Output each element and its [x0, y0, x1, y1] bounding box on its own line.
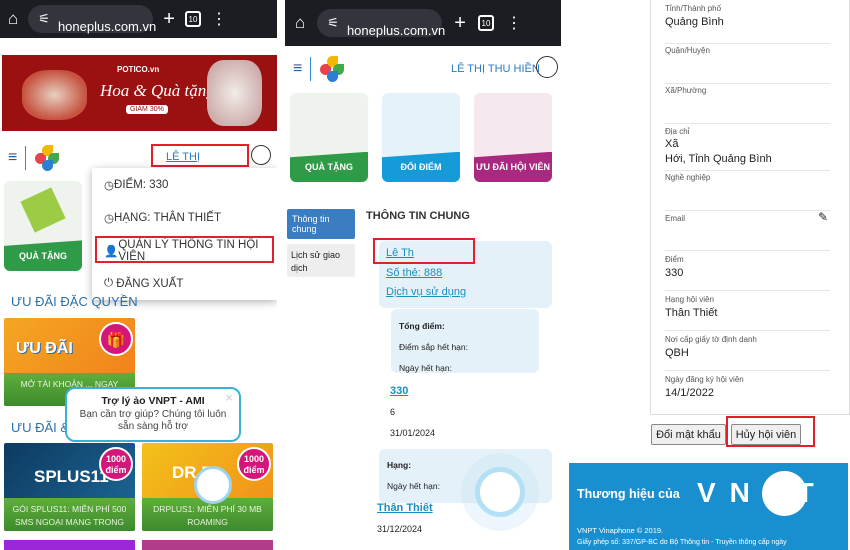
offer-card-splus11[interactable]: SPLUS11 1000 điểm GÓI SPLUS11: MIỄN PHÍ 5… [4, 443, 135, 531]
power-icon: ⏻ [104, 277, 117, 289]
more-menu-icon[interactable]: ⋮ [211, 9, 227, 29]
banner-promo: GIẢM 30% [126, 105, 168, 114]
chat-assistant-avatar[interactable] [194, 466, 232, 504]
tile-uu-dai-hoi-vien[interactable]: ƯU ĐÃI HỘI VIÊN [474, 93, 552, 182]
middle-screen: ⌂ ⚟ honeplus.com.vn + 10 ⋮ ≡ LÊ THỊ THU … [285, 0, 561, 550]
banner-brand: POTICO.vn [117, 65, 160, 74]
gift-badge-icon: 🎁 [99, 322, 133, 356]
tab-transaction-history[interactable]: Lịch sử giao dịch [287, 244, 355, 277]
model-image [207, 60, 262, 126]
section-title-exclusive: ƯU ĐÃI ĐẶC QUYỀN [11, 294, 138, 309]
points-expiry-date: 31/01/2024 [390, 428, 436, 438]
change-password-button[interactable]: Đổi mật khẩu [651, 424, 726, 445]
browser-bar: ⌂ ⚟ honeplus.com.vn + 10 ⋮ [0, 0, 277, 38]
rank-box: Hạng: Ngày hết hạn: [379, 449, 552, 503]
footer-assistant-avatar[interactable] [762, 471, 807, 516]
footer-copyright: VNPT Vinaphone © 2019. [577, 526, 664, 535]
points-badge: 1000 điểm [237, 447, 271, 481]
home-icon[interactable]: ⌂ [295, 13, 305, 33]
field-registration-date: Ngày đăng ký hội viên 14/1/2022 [665, 375, 744, 399]
search-icon[interactable] [251, 145, 271, 165]
field-address: Địa chỉ Xã Hới, Tỉnh Quảng Bình [665, 127, 830, 171]
url-bar[interactable]: ⚟ honeplus.com.vn [28, 5, 156, 34]
menu-item-points[interactable]: ◷ ĐIỂM: 330 [92, 168, 277, 201]
points-total-link[interactable]: 330 [390, 385, 408, 397]
footer-license: Giấy phép số: 337/GP-BC do Bộ Thông tin … [577, 539, 787, 546]
tile-doi-diem[interactable]: ĐỔI ĐIỂM [382, 93, 460, 182]
tab-count[interactable]: 10 [477, 15, 494, 31]
hamburger-menu-icon[interactable]: ≡ [8, 149, 17, 167]
field-occupation: Nghề nghiệp [665, 173, 830, 211]
offer-card-partial[interactable] [142, 540, 273, 550]
highlight-manage-member [95, 236, 274, 263]
browser-bar: ⌂ ⚟ honeplus.com.vn + 10 ⋮ [285, 0, 561, 46]
new-tab-icon[interactable]: + [163, 8, 175, 31]
points-box: Tổng điểm: Điểm sắp hết hạn: Ngày hết hạ… [391, 309, 539, 373]
tile-qua-tang[interactable]: QUÀ TẶNG [4, 181, 82, 271]
chat-tooltip: Trợ lý ảo VNPT - AMI Bạn cần trợ giúp? C… [65, 387, 241, 442]
site-settings-icon[interactable]: ⚟ [38, 11, 50, 27]
footer-brand-text: Thương hiệu của [577, 487, 680, 501]
field-email: Email ✎ [665, 210, 830, 251]
rank-expiry-date: 31/12/2024 [377, 524, 423, 534]
field-member-rank: Hạng hội viên Thân Thiết [665, 295, 830, 331]
site-settings-icon[interactable]: ⚟ [327, 15, 339, 31]
edit-pencil-icon[interactable]: ✎ [818, 210, 828, 224]
url-bar[interactable]: ⚟ honeplus.com.vn [317, 9, 445, 38]
promo-banner[interactable]: POTICO.vn Hoa & Quà tặng GIẢM 30% [2, 55, 277, 131]
section-title-offers: ƯU ĐÃI & [11, 420, 70, 435]
site-logo[interactable] [34, 145, 60, 171]
section-heading: THÔNG TIN CHUNG [366, 210, 470, 222]
field-ward: Xã/Phường [665, 86, 830, 124]
clock-icon: ◷ [104, 212, 115, 225]
hamburger-menu-icon[interactable]: ≡ [293, 60, 302, 78]
tab-count[interactable]: 10 [184, 11, 201, 27]
search-icon[interactable] [536, 56, 558, 78]
highlight-cancel-membership [726, 416, 815, 447]
points-badge: 1000 điểm [99, 447, 133, 481]
field-points: Điểm 330 [665, 255, 830, 291]
banner-headline: Hoa & Quà tặng [100, 81, 215, 100]
card-number-link[interactable]: Số thẻ: 888 [386, 267, 442, 279]
field-id-issuer: Nơi cấp giấy tờ định danh QBH [665, 335, 830, 371]
close-icon[interactable]: × [225, 390, 233, 405]
site-logo[interactable] [319, 56, 345, 82]
tab-general-info[interactable]: Thông tin chung [287, 209, 355, 239]
clock-icon: ◷ [104, 179, 115, 192]
services-link[interactable]: Dịch vụ sử dụng [386, 286, 466, 298]
left-screen: ⌂ ⚟ honeplus.com.vn + 10 ⋮ POTICO.vn Hoa… [0, 0, 277, 550]
offer-card-partial[interactable] [4, 540, 135, 550]
highlight-user-link [151, 144, 249, 167]
field-district: Quận/Huyện [665, 46, 830, 84]
flower-image [22, 70, 87, 120]
menu-item-rank[interactable]: ◷ HẠNG: THÂN THIẾT [92, 201, 277, 234]
new-tab-icon[interactable]: + [454, 12, 466, 35]
user-dropdown: ◷ ĐIỂM: 330 ◷ HẠNG: THÂN THIẾT 👤 QUẢN LÝ TH… [92, 168, 277, 300]
user-name-link[interactable]: LÊ THỊ THU HIỀN [451, 63, 540, 75]
points-expiring: 6 [390, 407, 396, 417]
footer: Thương hiệu của VNPT VNPT Vinaphone © 20… [569, 463, 848, 550]
rank-link[interactable]: Thân Thiết [377, 502, 433, 514]
more-menu-icon[interactable]: ⋮ [506, 13, 522, 33]
chat-assistant-avatar[interactable] [475, 467, 525, 517]
field-province: Tỉnh/Thành phố Quảng Bình [665, 4, 830, 44]
home-icon[interactable]: ⌂ [8, 9, 18, 29]
tile-qua-tang[interactable]: QUÀ TẶNG [290, 93, 368, 182]
highlight-member-name [373, 238, 475, 264]
